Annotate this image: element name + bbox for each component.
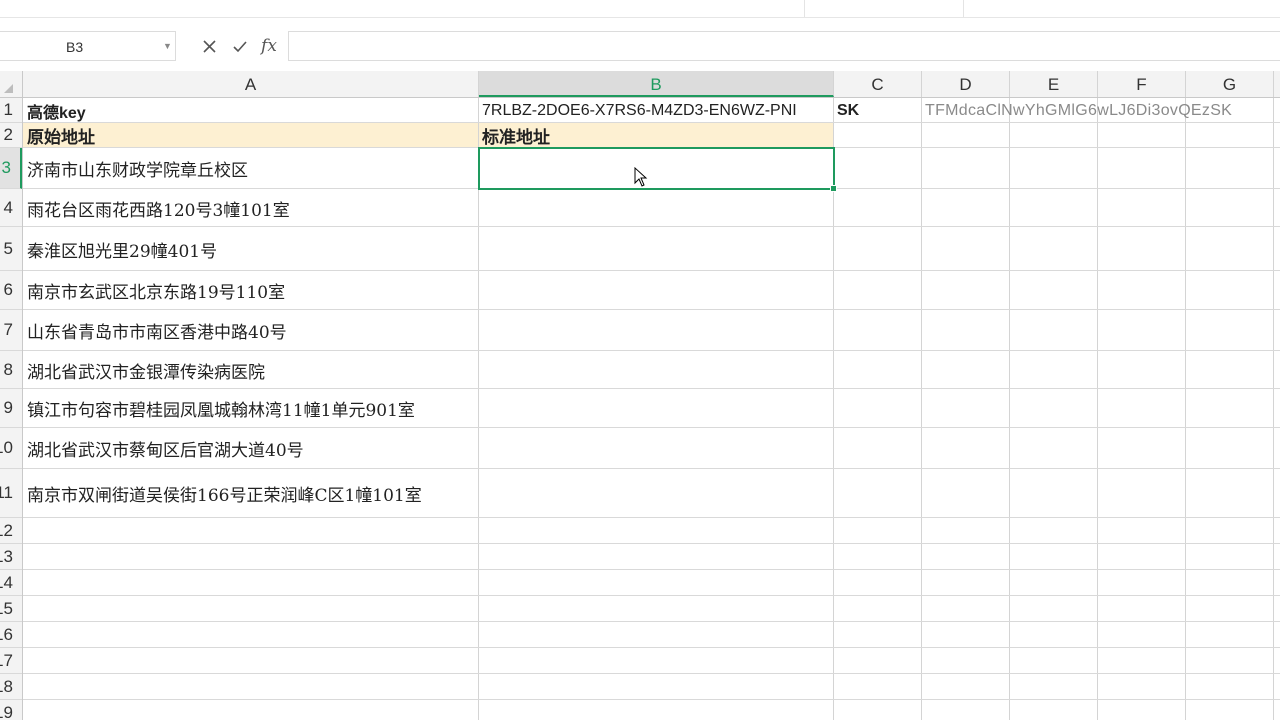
row-header-6[interactable]: 6 [0, 271, 22, 310]
row-header-7[interactable]: 7 [0, 310, 22, 351]
cell-a5[interactable]: 秦淮区旭光里29幢401号 [27, 227, 475, 271]
row-header-13[interactable]: 13 [0, 544, 22, 570]
select-all-corner[interactable] [0, 71, 23, 97]
column-header-g[interactable]: G [1186, 71, 1274, 97]
gridline [23, 699, 1280, 700]
gridline [478, 98, 479, 720]
gridline [921, 98, 922, 720]
column-header-e[interactable]: E [1010, 71, 1098, 97]
cell-b1[interactable]: 7RLBZ-2DOE6-X7RS6-M4ZD3-EN6WZ-PNI [482, 98, 834, 123]
row-header-4[interactable]: 4 [0, 189, 22, 227]
ribbon-strip [0, 0, 1280, 18]
mouse-pointer-icon [634, 167, 648, 187]
cell-a7[interactable]: 山东省青岛市市南区香港中路40号 [27, 310, 475, 351]
gridline [23, 595, 1280, 596]
gridline [23, 543, 1280, 544]
row-header-10[interactable]: 10 [0, 428, 22, 469]
column-header-b[interactable]: B [479, 71, 834, 97]
gridline [1273, 98, 1274, 720]
fill-handle[interactable] [830, 185, 837, 192]
cell-b2[interactable]: 标准地址 [482, 123, 822, 148]
column-header-f[interactable]: F [1098, 71, 1186, 97]
column-headers: A B C D E F G [0, 71, 1280, 98]
gridline [23, 569, 1280, 570]
cell-a3[interactable]: 济南市山东财政学院章丘校区 [27, 148, 475, 189]
row-header-18[interactable]: 18 [0, 674, 22, 700]
selected-cell-b3[interactable] [478, 147, 837, 192]
row-header-17[interactable]: 17 [0, 648, 22, 674]
gridline [1185, 98, 1186, 720]
cell-a1[interactable]: 高德key [27, 98, 467, 123]
cell-d1[interactable]: TFMdcaClNwYhGMlG6wLJ6Di3ovQEzSK [925, 98, 1273, 123]
formula-bar: B3 ▼ fx [0, 31, 1280, 63]
row-header-9[interactable]: 9 [0, 389, 22, 428]
row-header-5[interactable]: 5 [0, 227, 22, 271]
gridline [23, 673, 1280, 674]
gridline [23, 621, 1280, 622]
gridline [1009, 98, 1010, 720]
row-header-19[interactable]: 19 [0, 700, 22, 720]
cell-a6[interactable]: 南京市玄武区北京东路19号110室 [27, 271, 475, 310]
cell-a8[interactable]: 湖北省武汉市金银潭传染病医院 [27, 351, 475, 389]
cancel-formula-icon[interactable] [197, 35, 221, 57]
row-header-15[interactable]: 15 [0, 596, 22, 622]
row-header-3[interactable]: 3 [0, 148, 22, 189]
spreadsheet-grid: A B C D E F G 1 2 3 4 5 6 7 8 9 10 11 12… [0, 71, 1280, 720]
cell-a4[interactable]: 雨花台区雨花西路120号3幢101室 [27, 189, 475, 227]
name-box-value: B3 [66, 39, 84, 55]
cell-a10[interactable]: 湖北省武汉市蔡甸区后官湖大道40号 [27, 428, 475, 469]
ribbon-divider [804, 0, 805, 17]
row-headers: 1 2 3 4 5 6 7 8 9 10 11 12 13 14 15 16 1… [0, 98, 23, 720]
gridline [1097, 98, 1098, 720]
name-box[interactable]: B3 ▼ [0, 31, 176, 61]
ribbon-divider [963, 0, 964, 17]
column-header-c[interactable]: C [834, 71, 922, 97]
row-header-16[interactable]: 16 [0, 622, 22, 648]
cell-a2[interactable]: 原始地址 [27, 123, 467, 148]
cell-a9[interactable]: 镇江市句容市碧桂园凤凰城翰林湾11幢1单元901室 [27, 389, 475, 428]
select-all-icon [4, 84, 13, 93]
row-header-11[interactable]: 11 [0, 469, 22, 518]
row-header-12[interactable]: 12 [0, 518, 22, 544]
confirm-formula-icon[interactable] [228, 35, 252, 57]
cell-a11[interactable]: 南京市双闸街道吴侯街166号正荣润峰C区1幢101室 [27, 469, 475, 518]
column-header-d[interactable]: D [922, 71, 1010, 97]
row-header-14[interactable]: 14 [0, 570, 22, 596]
row-header-2[interactable]: 2 [0, 123, 22, 148]
column-header-a[interactable]: A [23, 71, 479, 97]
cell-c1[interactable]: SK [837, 98, 917, 123]
cell-area[interactable]: 高德key 7RLBZ-2DOE6-X7RS6-M4ZD3-EN6WZ-PNI … [23, 98, 1280, 720]
gridline [23, 647, 1280, 648]
row-header-8[interactable]: 8 [0, 351, 22, 389]
row-header-1[interactable]: 1 [0, 98, 22, 123]
insert-function-button[interactable]: fx [257, 35, 281, 57]
chevron-down-icon[interactable]: ▼ [163, 41, 172, 51]
formula-input[interactable] [288, 31, 1280, 61]
